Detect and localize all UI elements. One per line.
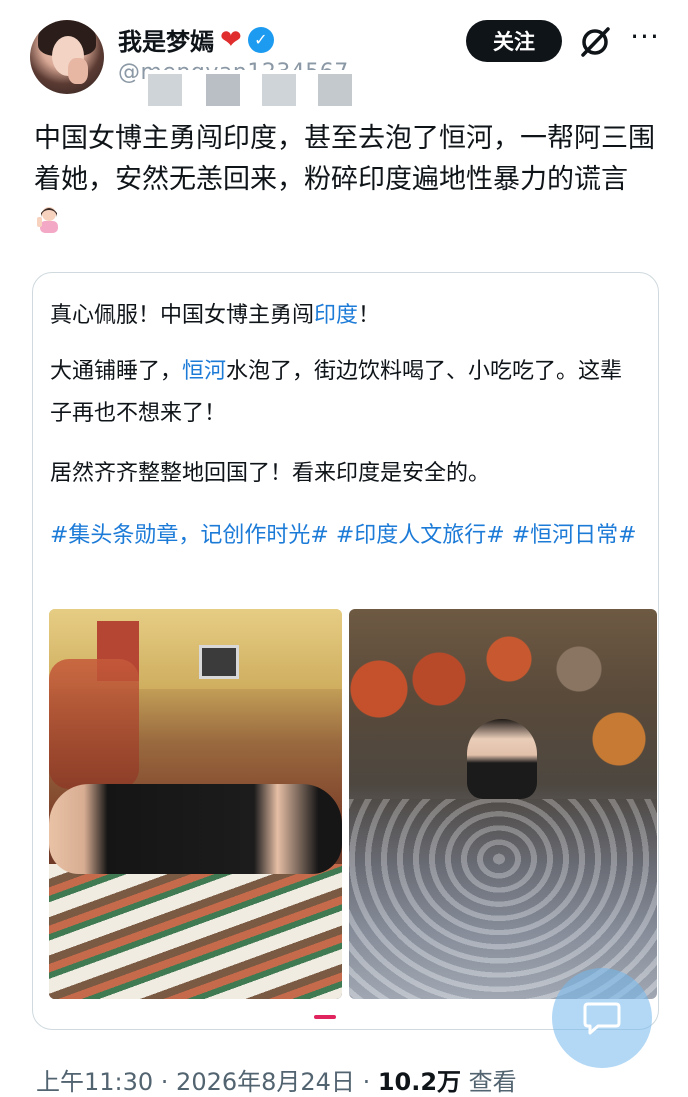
grok-icon[interactable] <box>578 25 612 59</box>
follow-button[interactable]: 关注 <box>466 20 562 62</box>
views-count: 10.2万 <box>377 1068 462 1096</box>
name-row: 我是梦嫣 ❤ ✓ <box>118 22 274 57</box>
reply-fab-icon <box>583 1002 621 1035</box>
link-india[interactable]: 印度 <box>314 303 358 328</box>
timestamp-time: 上午11:30 · 2026年8月24日 · <box>36 1068 378 1096</box>
photo-lying-woman <box>49 784 342 874</box>
link-ganges[interactable]: 恒河 <box>182 359 226 384</box>
display-name[interactable]: 我是梦嫣 <box>118 22 214 57</box>
photo-woman-in-river <box>467 719 537 799</box>
mosaic-block <box>262 74 296 106</box>
quoted-line-1: 真心佩服！中国女博主勇闯印度！ <box>50 298 380 334</box>
post-body: 中国女博主勇闯印度，甚至去泡了恒河，一帮阿三围着她，安然无恙回来，粉碎印度遍地性… <box>34 123 655 195</box>
photo-crowd <box>49 659 139 789</box>
heart-emoji: ❤ <box>220 24 242 55</box>
quoted-line-2: 大通铺睡了，恒河水泡了，街边饮料喝了、小吃吃了。这辈子再也不想来了！ <box>50 351 640 435</box>
hashtags[interactable]: #集头条勋章，记创作时光# #印度人文旅行# #恒河日常# <box>50 516 640 556</box>
photo-tv <box>199 645 239 679</box>
reply-fab[interactable] <box>552 968 652 1068</box>
more-icon[interactable]: ··· <box>628 22 662 56</box>
post-text: 中国女博主勇闯印度，甚至去泡了恒河，一帮阿三围着她，安然无恙回来，粉碎印度遍地性… <box>34 118 659 241</box>
mosaic-block <box>206 74 240 106</box>
avatar[interactable] <box>30 20 104 94</box>
quoted-line-2-text: 大通铺睡了， <box>50 359 183 384</box>
post-header: 我是梦嫣 ❤ ✓ @mengyan1234567 关注 ··· <box>0 0 688 106</box>
avatar-hand <box>68 58 88 84</box>
mosaic-block <box>148 74 182 106</box>
quoted-post-card[interactable]: 真心佩服！中国女博主勇闯印度！ 大通铺睡了，恒河水泡了，街边饮料喝了、小吃吃了。… <box>32 272 659 1030</box>
photo-ganges-river[interactable] <box>349 609 657 999</box>
verified-icon: ✓ <box>247 26 274 53</box>
quoted-line-1-text: 真心佩服！中国女博主勇闯 <box>50 303 315 328</box>
mosaic-block <box>318 74 352 106</box>
photo-dormitory[interactable] <box>49 609 342 999</box>
woman-gesturing-emoji <box>37 207 58 233</box>
photo-mat <box>49 864 342 999</box>
quoted-line-1-suffix: ！ <box>358 303 381 328</box>
views-label: 查看 <box>461 1068 517 1096</box>
image-pager-indicator <box>314 1015 336 1019</box>
post-timestamp: 上午11:30 · 2026年8月24日 · 10.2万 查看 <box>36 1062 517 1097</box>
quoted-line-3: 居然齐齐整整地回国了！看来印度是安全的。 <box>50 461 491 486</box>
